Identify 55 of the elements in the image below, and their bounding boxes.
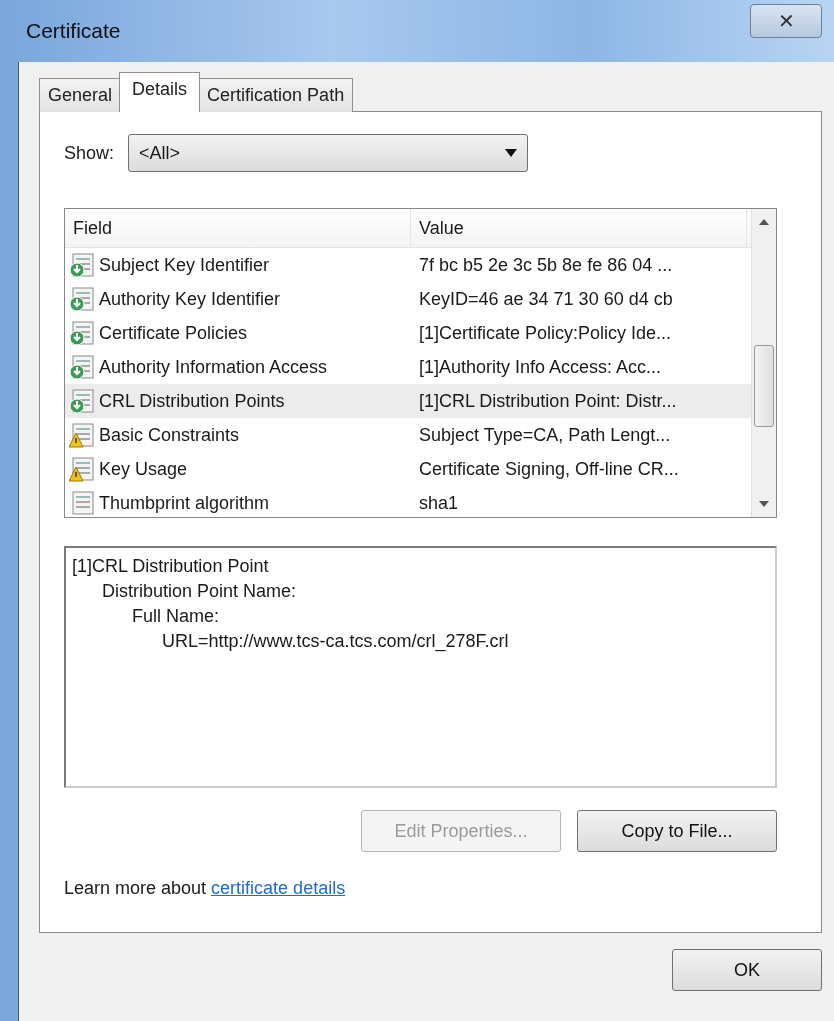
details-line: URL=http://www.tcs-ca.tcs.com/crl_278F.crl	[161, 631, 510, 652]
certificate-download-icon	[69, 286, 95, 312]
ok-button[interactable]: OK	[672, 949, 822, 991]
button[interactable]: Copy to File...	[577, 810, 777, 852]
show-label: Show:	[64, 142, 115, 164]
field-name: Authority Information Access	[99, 356, 328, 378]
field-name: CRL Distribution Points	[99, 390, 285, 412]
field-name: Authority Key Identifier	[99, 288, 281, 310]
window-title: Certificate	[26, 19, 121, 43]
column-header[interactable]: Field	[65, 209, 411, 247]
details-textbox[interactable]: [1]CRL Distribution Point Distribution Point Name: Full Name: URL=http://www.tcs-ca.tcs.com/crl_278F.crl	[64, 546, 777, 788]
certificate-details-link[interactable]: certificate details	[211, 878, 346, 898]
field-value: KeyID=46 ae 34 71 30 60 d4 cb	[418, 288, 673, 310]
field-name: Certificate Policies	[99, 322, 248, 344]
field-value: sha1	[418, 492, 459, 514]
field-value: Certificate Signing, Off-line CR...	[418, 458, 679, 480]
certificate-warning-icon	[69, 422, 95, 448]
show-dropdown[interactable]: <All>	[128, 134, 529, 172]
field-value: [1]CRL Distribution Point: Distr...	[418, 390, 677, 412]
field-value: Subject Type=CA, Path Lengt...	[418, 424, 671, 446]
certificate-icon	[69, 490, 95, 516]
list-row[interactable]: Authority Information Access [1]Authority Info Access: Acc...	[65, 350, 751, 384]
dropdown-arrow-icon	[505, 149, 518, 157]
details-line: Distribution Point Name:	[101, 581, 298, 602]
list-row[interactable]: Subject Key Identifier 7f bc b5 2e 3c 5b 8e fe 86 04 ...	[65, 248, 751, 282]
field-value: 7f bc b5 2e 3c 5b 8e fe 86 04 ...	[418, 254, 673, 276]
list-row[interactable]: Basic Constraints Subject Type=CA, Path Lengt...	[65, 418, 751, 452]
close-button[interactable]: ✕	[750, 4, 822, 38]
scrollbar-thumb[interactable]	[754, 345, 774, 427]
certificate-download-icon	[69, 320, 95, 346]
certificate-warning-icon	[69, 456, 95, 482]
scroll-down-icon[interactable]	[759, 501, 769, 507]
field-name: Key Usage	[99, 458, 188, 480]
certificate-download-icon	[69, 388, 95, 414]
certificate-download-icon	[69, 354, 95, 380]
details-line: Full Name:	[131, 606, 221, 627]
certificate-download-icon	[69, 252, 95, 278]
field-value: [1]Certificate Policy:Policy Ide...	[418, 322, 672, 344]
column-header[interactable]: Value	[411, 209, 747, 247]
scrollbar[interactable]	[751, 209, 776, 517]
field-name: Basic Constraints	[99, 424, 240, 446]
list-row[interactable]: Thumbprint algorithm sha1	[65, 486, 751, 517]
scroll-up-icon[interactable]	[759, 219, 769, 225]
list-row[interactable]: Certificate Policies [1]Certificate Policy:Policy Ide...	[65, 316, 751, 350]
list-row[interactable]: Key Usage Certificate Signing, Off-line CR...	[65, 452, 751, 486]
tab[interactable]: General	[39, 78, 122, 112]
learn-more-text: Learn more about certificate details	[64, 878, 347, 899]
tab[interactable]: Details	[119, 72, 201, 112]
details-line: [1]CRL Distribution Point	[72, 556, 270, 577]
field-name: Thumbprint algorithm	[99, 492, 270, 514]
field-value: [1]Authority Info Access: Acc...	[418, 356, 662, 378]
tab[interactable]: Certification Path	[198, 78, 354, 112]
list-row[interactable]: Authority Key Identifier KeyID=46 ae 34 71 30 60 d4 cb	[65, 282, 751, 316]
list-row[interactable]: CRL Distribution Points [1]CRL Distribution Point: Distr...	[65, 384, 751, 418]
field-name: Subject Key Identifier	[99, 254, 270, 276]
